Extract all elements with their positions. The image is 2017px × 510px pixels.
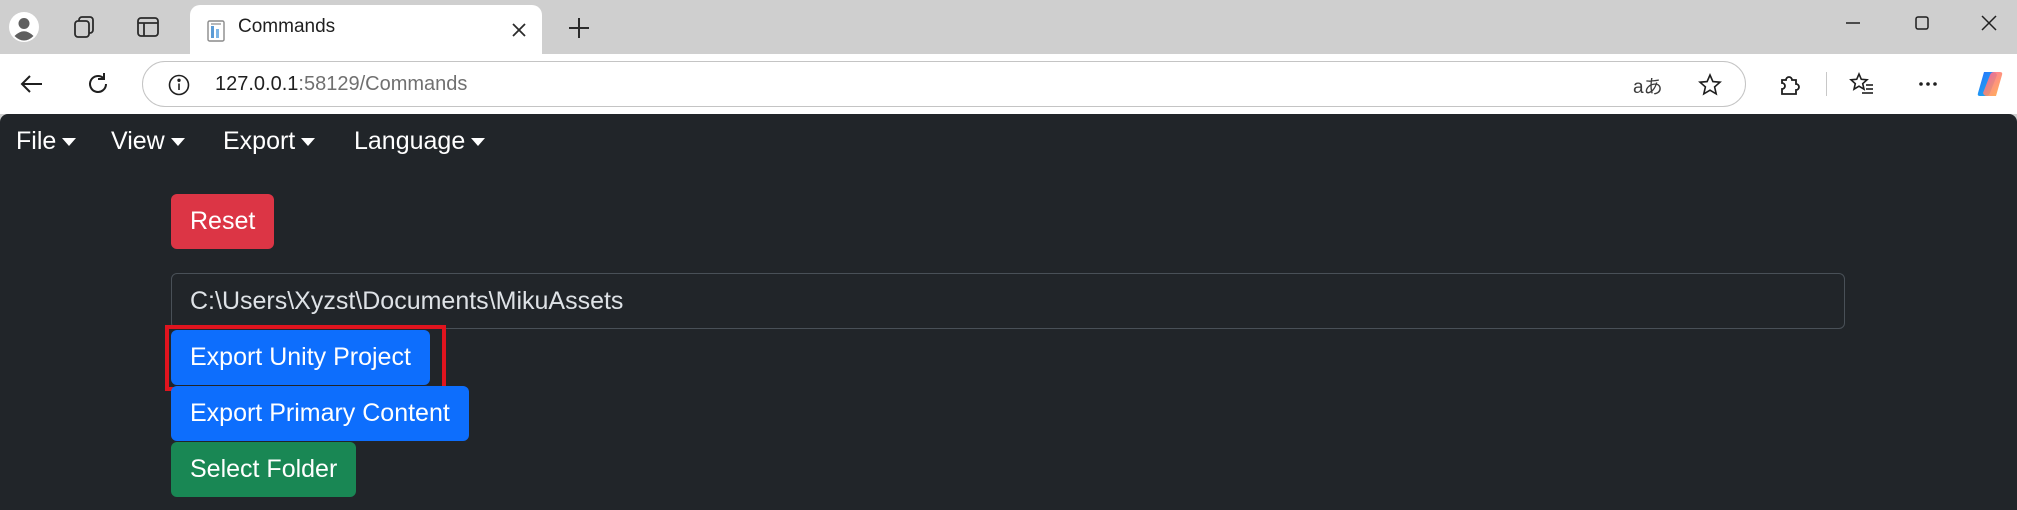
menu-file-label: File	[16, 127, 57, 155]
menu-view[interactable]: View	[111, 127, 185, 156]
chevron-down-icon	[471, 137, 486, 146]
info-icon[interactable]	[167, 73, 191, 97]
close-window-icon[interactable]	[1954, 0, 2017, 46]
export-path-input[interactable]	[171, 273, 1845, 329]
back-icon[interactable]	[14, 66, 50, 102]
tab-commands[interactable]: Commands	[190, 5, 542, 54]
minimize-icon[interactable]	[1818, 0, 1888, 46]
page-content: File View Export Language Reset Export U…	[0, 114, 2017, 510]
menu-language[interactable]: Language	[354, 127, 486, 156]
toolbar-divider	[1826, 72, 1827, 96]
menu-export-label: Export	[223, 127, 296, 155]
star-icon[interactable]	[1697, 72, 1723, 98]
chevron-down-icon	[170, 137, 185, 146]
more-icon[interactable]	[1910, 66, 1946, 102]
browser-tab-strip: Commands	[0, 0, 2017, 54]
chevron-down-icon	[62, 137, 77, 146]
reset-button[interactable]: Reset	[171, 194, 275, 249]
export-unity-project-button[interactable]: Export Unity Project	[171, 330, 430, 385]
favorites-icon[interactable]	[1844, 66, 1880, 102]
tab-title: Commands	[238, 16, 336, 37]
menu-export[interactable]: Export	[223, 127, 316, 156]
read-aloud-icon[interactable]: aあ	[1633, 72, 1663, 99]
profile-icon[interactable]	[8, 9, 40, 45]
menu-file[interactable]: File	[16, 127, 77, 156]
document-icon	[204, 19, 228, 43]
browser-toolbar: 127.0.0.1:58129/Commands aあ	[0, 54, 2017, 114]
url-path: :58129/Commands	[298, 73, 468, 95]
url-text: 127.0.0.1:58129/Commands	[215, 73, 467, 96]
extensions-icon[interactable]	[1772, 66, 1808, 102]
menu-language-label: Language	[354, 127, 466, 155]
tab-actions-icon[interactable]	[132, 9, 164, 45]
app-menubar: File View Export Language	[0, 114, 2017, 170]
export-primary-content-button[interactable]: Export Primary Content	[171, 386, 469, 441]
copilot-icon[interactable]	[1972, 66, 2008, 102]
close-icon[interactable]	[508, 19, 530, 41]
plus-icon[interactable]	[563, 12, 595, 44]
address-bar[interactable]: 127.0.0.1:58129/Commands aあ	[142, 61, 1746, 107]
collections-icon[interactable]	[68, 9, 100, 45]
url-host: 127.0.0.1	[215, 73, 299, 95]
select-folder-button[interactable]: Select Folder	[171, 442, 357, 497]
chevron-down-icon	[301, 137, 316, 146]
maximize-icon[interactable]	[1887, 0, 1957, 46]
menu-view-label: View	[111, 127, 165, 155]
refresh-icon[interactable]	[80, 66, 116, 102]
